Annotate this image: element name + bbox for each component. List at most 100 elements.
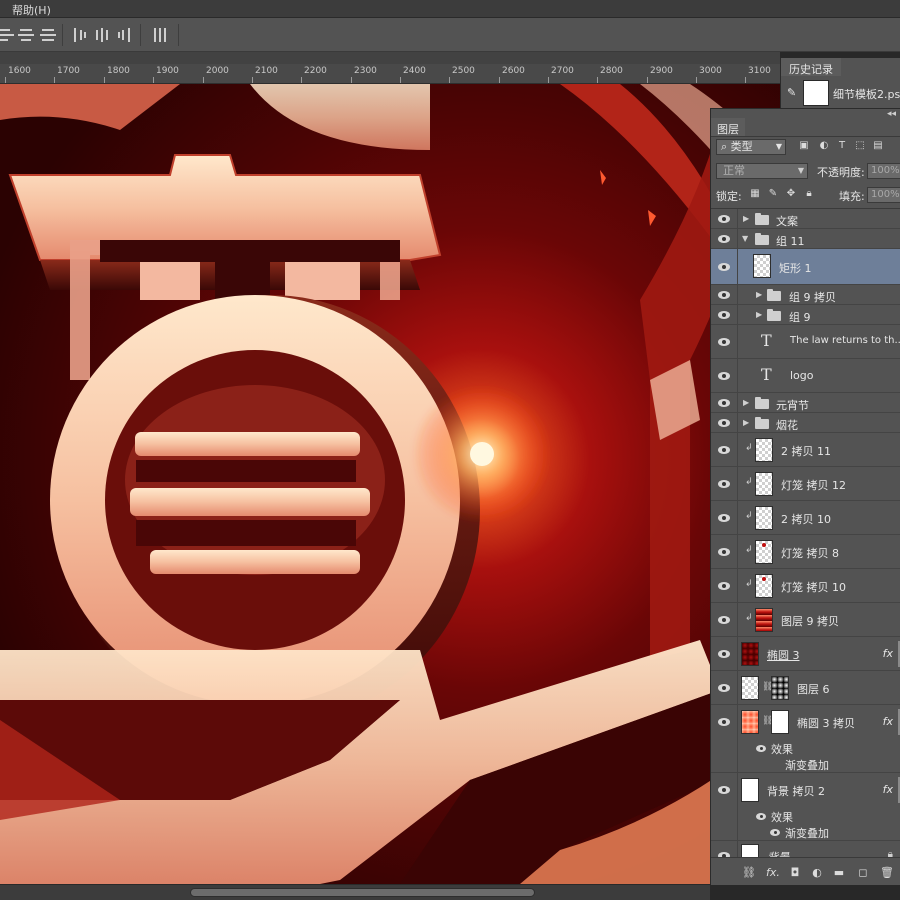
add-layer-style-icon[interactable]: fx. [765,866,781,879]
layer-name: 2 拷贝 10 [781,513,831,526]
tab-history[interactable]: 历史记录 [781,58,841,76]
delete-layer-icon[interactable]: 🗑︎ [879,866,895,879]
panel-collapse-icon[interactable]: ◂◂ [887,109,896,119]
expand-chevron-icon[interactable]: ▶ [743,214,749,223]
layer-row-bgcopy2[interactable]: 背景 拷贝 2 fx 效果 渐变叠加 [711,773,900,841]
lock-position-icon[interactable]: ✥ [785,188,797,200]
align-right-edges-icon[interactable] [116,27,132,43]
chevron-down-icon: ▼ [797,166,804,175]
layer-thumbnail [755,574,773,598]
visibility-eye-icon[interactable] [717,649,731,659]
layer-thumbnail [753,254,771,278]
visibility-eye-icon[interactable] [717,214,731,224]
layer-filter-select[interactable]: ⌕ 类型 ▼ [716,139,786,155]
visibility-eye-icon[interactable] [717,445,731,455]
blend-mode-select[interactable]: 正常 ▼ [716,163,808,179]
layer-row-lantern10[interactable]: ↲ 灯笼 拷贝 10 [711,569,900,603]
visibility-eye-icon[interactable] [717,581,731,591]
visibility-eye-icon[interactable] [717,371,731,381]
shape-filter-icon[interactable]: ⬚ [853,139,867,153]
clipping-mask-icon: ↲ [745,613,753,623]
layer-effects-fx-icon[interactable]: fx [883,715,893,728]
layer-row-yuanxiao[interactable]: ▶ 元宵节 [711,393,900,413]
type-filter-icon[interactable]: T [835,139,849,153]
layer-thumbnail [741,642,759,666]
opacity-label: 不透明度: [817,166,865,179]
lock-paint-icon[interactable]: ✎ [767,188,779,200]
layer-name: logo [790,369,814,382]
layer-row-rect1[interactable]: 矩形 1 [711,249,900,285]
layer-row-group9copy[interactable]: ▶ 组 9 拷贝 [711,285,900,305]
layer-row-layer6[interactable]: ⛓︎ 图层 6 [711,671,900,705]
align-vertical-centers-icon[interactable] [18,27,34,43]
expand-chevron-icon[interactable]: ▶ [756,310,762,319]
visibility-eye-icon[interactable] [717,717,731,727]
visibility-eye-icon[interactable] [717,262,731,272]
align-bottom-edges-icon[interactable] [40,27,56,43]
expand-chevron-icon[interactable]: ▶ [743,398,749,407]
visibility-eye-icon[interactable] [717,785,731,795]
layer-row-wenan[interactable]: ▶ 文案 [711,209,900,229]
layer-row-text-logo[interactable]: T logo [711,359,900,393]
horizontal-scrollbar[interactable] [0,884,710,900]
lock-transparent-icon[interactable]: ▦ [749,188,761,200]
document-tab-strip [0,52,780,64]
tab-layers[interactable]: 图层 [711,118,745,136]
layer-row-background[interactable]: 背景 🔒︎ [711,841,900,858]
layer-row-copy2-10[interactable]: ↲ 2 拷贝 10 [711,501,900,535]
layer-row-ellipse3copy[interactable]: ⛓︎ 椭圆 3 拷贝 fx 效果 渐变叠加 [711,705,900,773]
link-layers-icon[interactable]: ⛓︎ [741,866,757,879]
fill-field[interactable]: 100% [867,187,900,203]
visibility-eye-icon[interactable] [717,479,731,489]
visibility-eye-icon[interactable] [717,615,731,625]
visibility-eye-icon[interactable] [717,310,731,320]
layer-row-text-law[interactable]: T The law returns to th... [711,325,900,359]
new-layer-icon[interactable]: ◻ [855,866,871,879]
layer-name: 图层 9 拷贝 [781,615,839,628]
menu-help[interactable]: 帮助(H) [12,2,51,18]
layer-row-copy2-11[interactable]: ↲ 2 拷贝 11 [711,433,900,467]
layer-mask-thumbnail[interactable] [771,676,789,700]
align-top-edges-icon[interactable] [0,27,16,43]
layer-effects-fx-icon[interactable]: fx [883,783,893,796]
align-horizontal-centers-icon[interactable] [94,27,110,43]
layer-row-ellipse3[interactable]: 椭圆 3 fx [711,637,900,671]
horizontal-ruler[interactable]: 1600 1700 1800 1900 2000 2100 2200 2300 … [0,64,780,84]
add-mask-icon[interactable]: ◘ [787,866,803,879]
distribute-icon[interactable] [152,27,168,43]
visibility-eye-icon[interactable] [717,418,731,428]
ruler-tick: 2000 [206,66,229,76]
visibility-eye-icon[interactable] [717,234,731,244]
visibility-eye-icon[interactable] [717,290,731,300]
scrollbar-thumb[interactable] [190,888,535,897]
effects-visibility-icon[interactable] [756,813,766,820]
layer-row-lantern12[interactable]: ↲ 灯笼 拷贝 12 [711,467,900,501]
collapse-chevron-icon[interactable]: ▼ [742,234,748,243]
layer-row-group11[interactable]: ▼ 组 11 [711,229,900,249]
history-brush-icon[interactable]: ✎ [787,86,799,99]
new-adjustment-layer-icon[interactable]: ◐ [809,866,825,879]
effects-visibility-icon[interactable] [756,745,766,752]
lock-all-icon[interactable]: 🔒︎ [803,188,815,200]
layer-effects-fx-icon[interactable]: fx [883,647,893,660]
layer-row-layer9copy[interactable]: ↲ 图层 9 拷贝 [711,603,900,637]
layer-row-lantern8[interactable]: ↲ 灯笼 拷贝 8 [711,535,900,569]
new-group-icon[interactable]: ▬ [831,866,847,879]
align-left-edges-icon[interactable] [72,27,88,43]
adjustment-filter-icon[interactable]: ◐ [817,139,831,153]
smart-object-filter-icon[interactable]: ▤ [871,139,885,153]
gradient-visibility-icon[interactable] [770,829,780,836]
expand-chevron-icon[interactable]: ▶ [756,290,762,299]
pixel-filter-icon[interactable]: ▣ [797,139,811,153]
visibility-eye-icon[interactable] [717,513,731,523]
layer-mask-thumbnail[interactable] [771,710,789,734]
expand-chevron-icon[interactable]: ▶ [743,418,749,427]
opacity-field[interactable]: 100% [867,163,900,179]
visibility-eye-icon[interactable] [717,547,731,557]
layer-row-group9[interactable]: ▶ 组 9 [711,305,900,325]
history-item[interactable]: ✎ 细节模板2.psd [781,78,900,108]
layer-row-fireworks[interactable]: ▶ 烟花 [711,413,900,433]
visibility-eye-icon[interactable] [717,683,731,693]
visibility-eye-icon[interactable] [717,337,731,347]
visibility-eye-icon[interactable] [717,398,731,408]
